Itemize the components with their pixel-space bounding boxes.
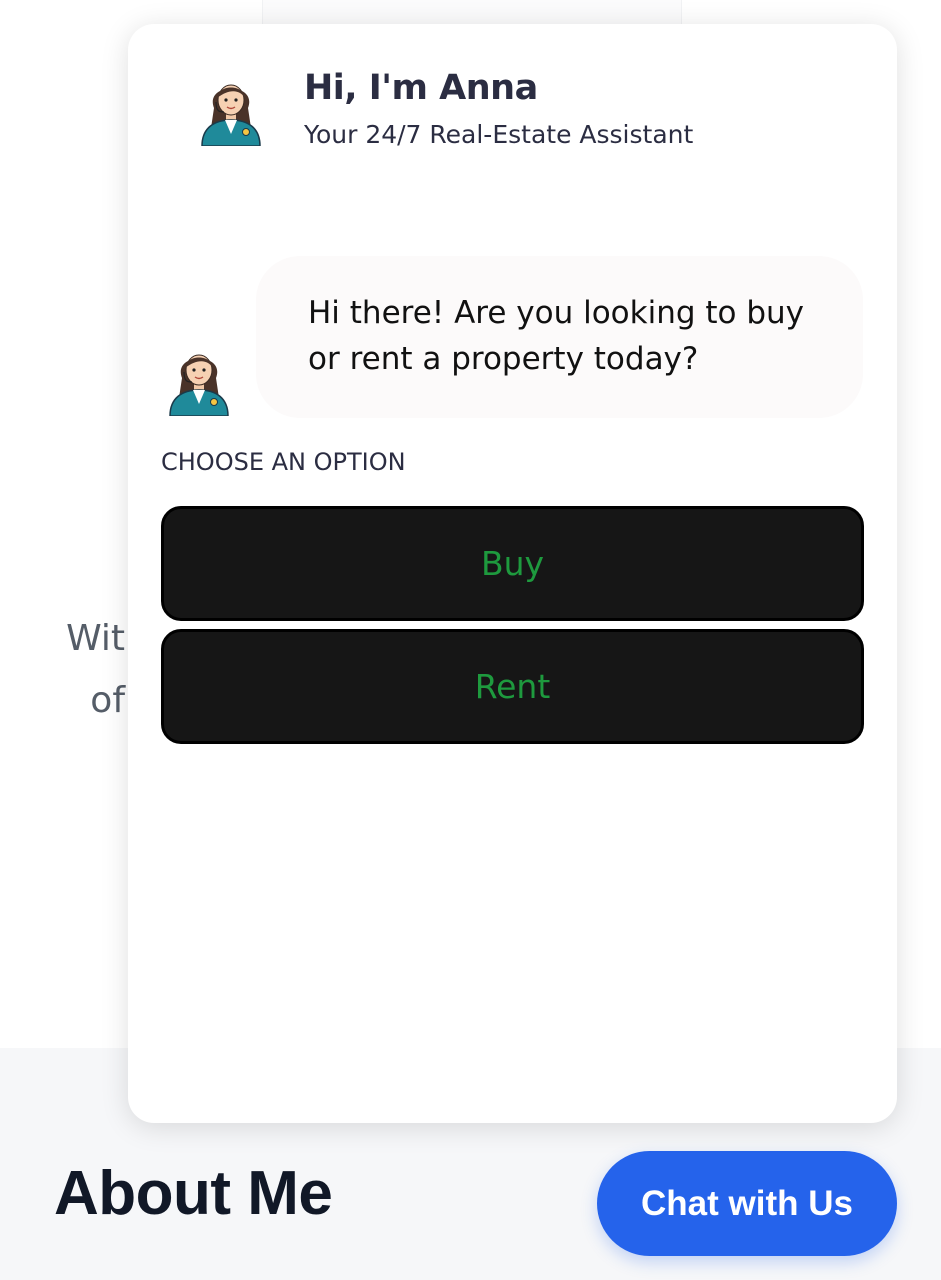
assistant-message-bubble: Hi there! Are you looking to buy or rent… bbox=[256, 256, 863, 418]
about-heading: About Me bbox=[54, 1159, 333, 1228]
message-avatar-icon bbox=[169, 354, 229, 416]
background-text-line-2: of bbox=[90, 680, 125, 721]
assistant-name: Hi, I'm Anna bbox=[304, 68, 538, 108]
background-card-edge bbox=[262, 0, 682, 24]
option-rent-button[interactable]: Rent bbox=[161, 629, 864, 744]
choose-option-label: CHOOSE AN OPTION bbox=[161, 448, 406, 476]
chat-with-us-button[interactable]: Chat with Us bbox=[597, 1151, 897, 1256]
assistant-avatar-icon bbox=[201, 84, 261, 146]
option-buy-button[interactable]: Buy bbox=[161, 506, 864, 621]
page: Wit of About Me Chat with Us Hi, I'm Ann… bbox=[0, 0, 941, 1280]
assistant-subtitle: Your 24/7 Real-Estate Assistant bbox=[304, 120, 694, 149]
chat-widget: Hi, I'm Anna Your 24/7 Real-Estate Assis… bbox=[128, 24, 897, 1123]
background-text-line-1: Wit bbox=[66, 618, 125, 659]
